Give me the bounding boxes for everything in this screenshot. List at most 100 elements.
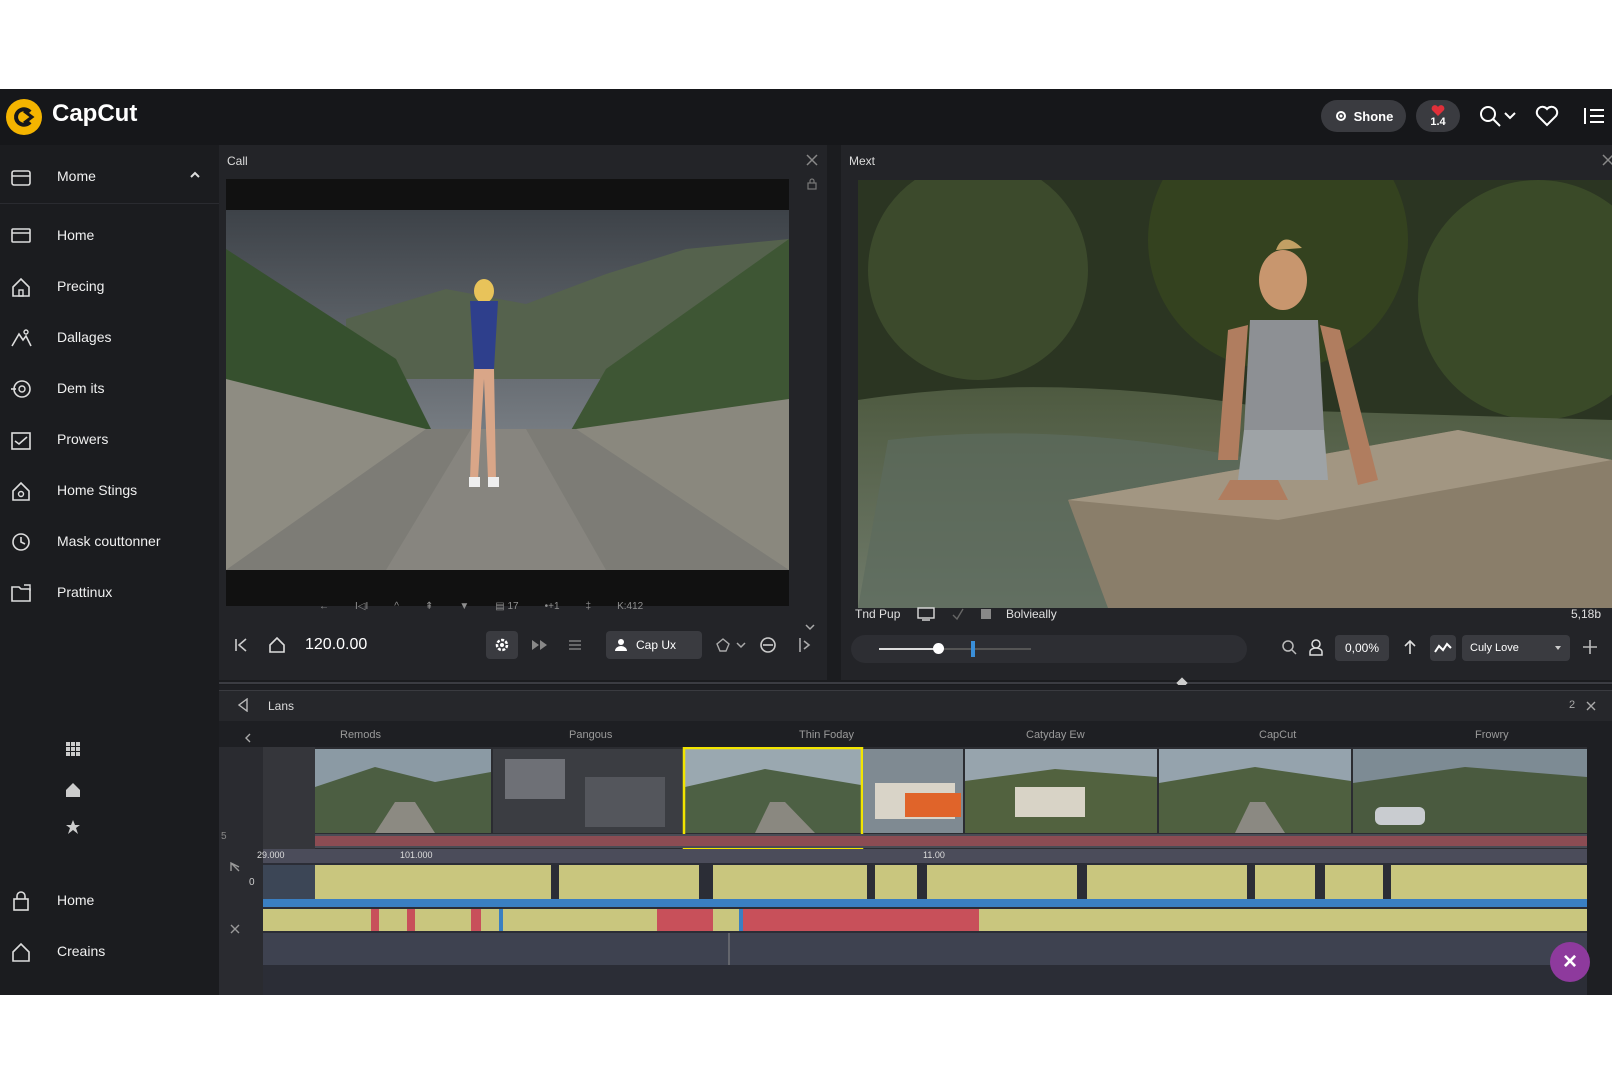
home-icon[interactable] xyxy=(268,636,286,654)
sidebar-item-label: Prattinux xyxy=(57,584,113,600)
tool-item[interactable]: I◁I xyxy=(355,601,368,612)
clip-label: Remods xyxy=(340,729,381,741)
cap-ux-label: Cap Ux xyxy=(636,638,677,652)
tool-item[interactable]: •+1 xyxy=(545,601,560,612)
chevron-down-icon[interactable] xyxy=(736,641,746,649)
grid-icon[interactable] xyxy=(64,740,82,758)
sidebar-bottom-home[interactable]: Home xyxy=(0,883,219,919)
close-icon[interactable] xyxy=(1601,153,1612,167)
playhead-marker[interactable] xyxy=(971,641,975,657)
tool-item[interactable]: ^ xyxy=(394,601,399,612)
opacity-percent[interactable]: 0,00% xyxy=(1335,635,1389,661)
home-icon xyxy=(12,942,30,962)
sidebar-bottom-creains[interactable]: Creains xyxy=(0,934,219,970)
tool-item[interactable]: ‡ xyxy=(586,601,592,612)
ruler-label: 11.00 xyxy=(923,850,945,860)
sidebar-item-label: Home Stings xyxy=(57,482,138,498)
chevron-up-icon[interactable] xyxy=(188,168,202,182)
sidebar-header-mome[interactable]: Mome xyxy=(0,159,219,195)
track-header-audio: 0 xyxy=(219,849,263,995)
audio-waveforms[interactable] xyxy=(263,863,1587,995)
tool-item[interactable]: K:412 xyxy=(617,601,643,612)
person-icon[interactable] xyxy=(1308,638,1324,656)
panel-divider[interactable] xyxy=(219,682,1612,684)
scrub-slider[interactable] xyxy=(851,635,1247,663)
shape-icon[interactable] xyxy=(715,637,731,653)
star-icon[interactable] xyxy=(64,818,82,836)
top-bar: CapCut Shone 1.4 xyxy=(0,89,1612,145)
capcut-logo-icon[interactable] xyxy=(6,99,42,135)
gear-icon xyxy=(1335,111,1346,121)
effect-icon xyxy=(981,609,991,619)
mute-icon[interactable] xyxy=(229,861,241,873)
tool-item[interactable]: ← xyxy=(319,601,329,612)
check-icon[interactable] xyxy=(951,607,965,621)
screen-icon[interactable] xyxy=(917,607,935,621)
heart-icon[interactable] xyxy=(1534,103,1560,129)
waveform-button[interactable] xyxy=(1430,635,1456,661)
right-controls: 0,00% Culy Love xyxy=(841,629,1612,665)
zoom-icon[interactable] xyxy=(1281,639,1297,655)
home-icon[interactable] xyxy=(64,781,82,799)
skip-back-icon[interactable] xyxy=(233,637,249,653)
shone-button[interactable]: Shone xyxy=(1321,100,1406,132)
ruler-label: 101.000 xyxy=(400,850,433,860)
collapse-left-icon[interactable] xyxy=(237,698,249,712)
sidebar-item-prowers[interactable]: Prowers xyxy=(0,422,219,458)
split-icon[interactable] xyxy=(797,637,811,653)
tool-item[interactable]: ▤ 17 xyxy=(495,601,518,612)
preset-value: Culy Love xyxy=(1470,642,1519,654)
chevron-down-icon[interactable] xyxy=(1503,103,1517,129)
fast-forward-icon[interactable] xyxy=(531,639,549,651)
clip-labels-row: Remods Pangous Thin Foday Catyday Ew Cap… xyxy=(219,729,1612,747)
lock-icon[interactable] xyxy=(805,177,819,191)
plus-icon[interactable] xyxy=(1582,639,1598,655)
list-settings-icon[interactable] xyxy=(567,637,583,653)
sidebar: Mome Home Precing Dallages Dem its Prowe… xyxy=(0,145,219,995)
target-icon xyxy=(11,380,31,398)
sidebar-item-home-stings[interactable]: Home Stings xyxy=(0,473,219,509)
close-icon[interactable] xyxy=(1586,701,1596,711)
sidebar-item-prattinux[interactable]: Prattinux xyxy=(0,575,219,611)
user-icon xyxy=(615,639,627,651)
track-label: Tnd Pup xyxy=(855,607,901,621)
timeline-header: Lans 2 xyxy=(219,690,1612,721)
settings-button[interactable] xyxy=(486,631,518,659)
waveform-icon xyxy=(1434,642,1452,653)
lock-icon xyxy=(13,891,29,911)
close-fab-button[interactable]: × xyxy=(1550,942,1590,982)
folder-icon xyxy=(11,584,31,602)
home-icon xyxy=(12,277,30,297)
effect-label: Bolvieally xyxy=(1006,607,1057,621)
tool-item[interactable]: ▼ xyxy=(459,601,469,612)
sidebar-item-mask-couttonner[interactable]: Mask couttonner xyxy=(0,524,219,560)
cap-ux-button[interactable]: Cap Ux xyxy=(606,631,702,659)
arrow-up-icon[interactable] xyxy=(1403,639,1417,655)
video-frame-forest-scene xyxy=(858,180,1612,608)
sidebar-item-home[interactable]: Home xyxy=(0,218,219,254)
capcut-app: CapCut Shone 1.4 Mome Home Precing Dalla… xyxy=(0,89,1612,995)
minus-circle-icon[interactable] xyxy=(759,636,777,654)
cut-icon[interactable] xyxy=(229,923,241,935)
close-icon[interactable] xyxy=(805,153,819,167)
time-ruler[interactable]: 29.000 101.000 11.00 xyxy=(257,849,1587,863)
tool-item[interactable]: ⇞ xyxy=(425,601,433,612)
mountain-icon xyxy=(11,329,32,347)
audio-tracks: 0 29.000 101.000 11.00 xyxy=(219,849,1612,995)
sidebar-item-demits[interactable]: Dem its xyxy=(0,371,219,407)
preset-dropdown[interactable]: Culy Love xyxy=(1462,635,1570,661)
sidebar-item-precing[interactable]: Precing xyxy=(0,269,219,305)
left-preview-panel: Call ← I◁I ^ ⇞ ▼ ▤ 17 •+1 ‡ K:412 120.0.… xyxy=(219,145,827,680)
right-info-row: Tnd Pup Bolvieally 5,18b xyxy=(841,603,1612,627)
timeline-panel: Lans 2 Remods Pangous Thin Foday Catyday… xyxy=(219,685,1612,995)
video-filmstrip[interactable] xyxy=(315,746,1587,850)
search-icon[interactable] xyxy=(1477,103,1503,129)
preview-controls: 120.0.00 Cap Ux xyxy=(219,627,827,663)
left-video-preview[interactable] xyxy=(226,179,789,606)
list-icon[interactable] xyxy=(1582,103,1608,129)
right-video-preview[interactable] xyxy=(858,180,1612,608)
favorites-badge-button[interactable]: 1.4 xyxy=(1416,100,1460,132)
sidebar-item-dallages[interactable]: Dallages xyxy=(0,320,219,356)
timeline-count: 2 xyxy=(1569,699,1576,711)
slider-thumb[interactable] xyxy=(933,643,944,654)
